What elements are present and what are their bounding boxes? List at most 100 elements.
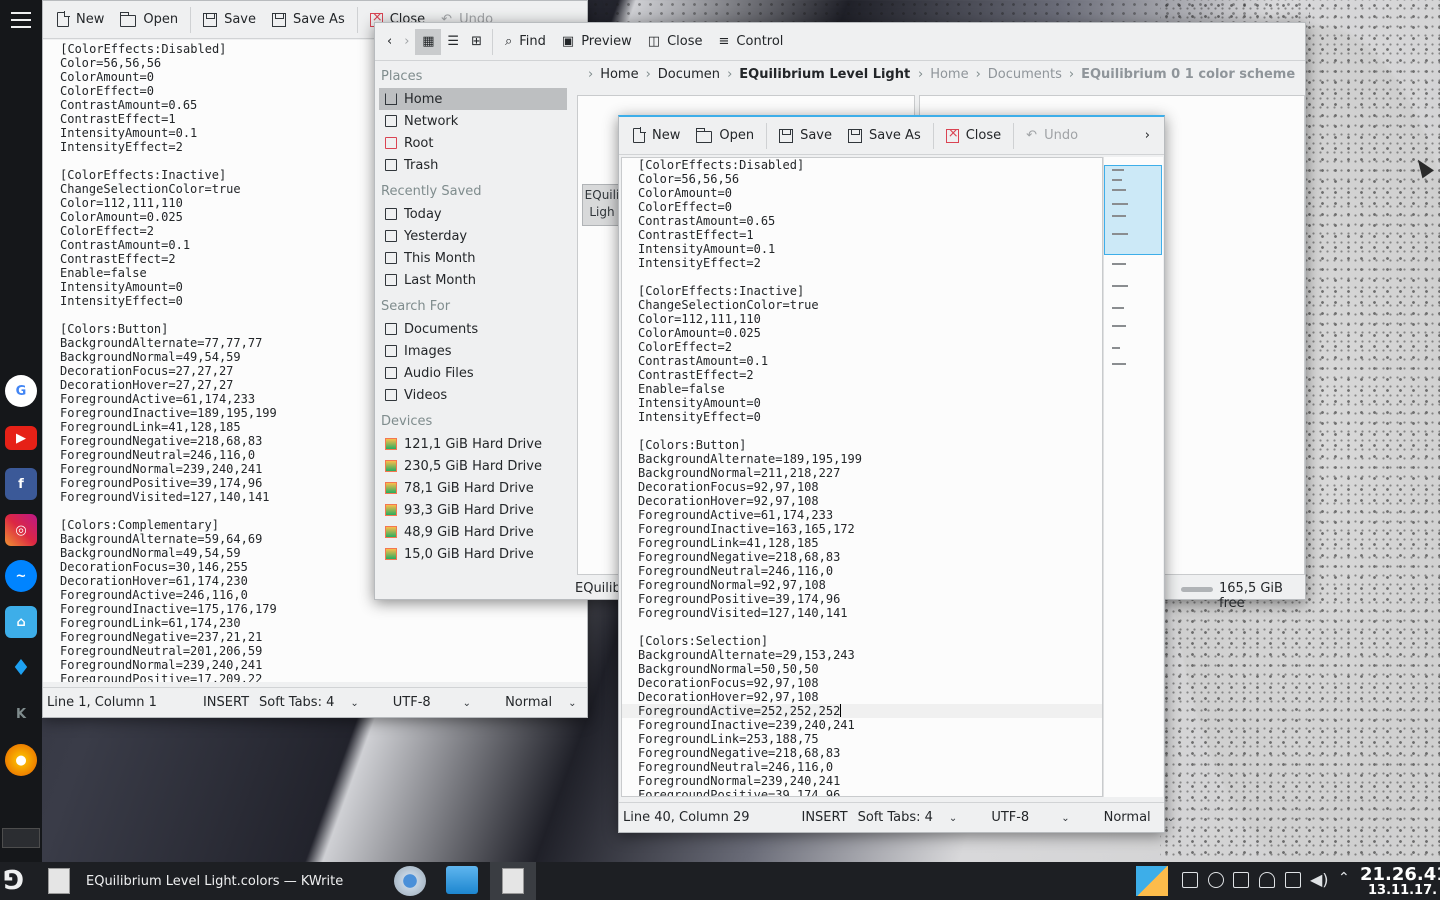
instagram-icon[interactable]: ◎ [5, 514, 37, 546]
save-as-label: Save As [869, 128, 921, 143]
search-videos[interactable]: Videos [375, 384, 571, 406]
back-button[interactable]: ‹ [381, 27, 398, 57]
crumb-home[interactable]: Home [930, 67, 968, 82]
task-chromium[interactable] [394, 866, 426, 896]
hamburger-menu-icon[interactable] [11, 12, 31, 28]
file-item[interactable]: EQuili Ligh [582, 184, 622, 226]
volume-icon[interactable]: ◀) [1310, 870, 1329, 889]
text-editor-front[interactable]: [ColorEffects:Disabled] Color=56,56,56 C… [621, 157, 1103, 797]
close-split-button[interactable]: ◫ Close [640, 27, 711, 57]
place-root[interactable]: Root [375, 132, 571, 154]
save-icon [779, 128, 794, 143]
preview-button[interactable]: ▣ Preview [554, 27, 640, 57]
encoding-setting[interactable]: UTF-8 ⌄ [991, 810, 1079, 825]
forward-button[interactable]: › [398, 27, 415, 57]
toolbar-overflow-button[interactable]: › [1137, 121, 1158, 151]
details-view-button[interactable]: ☰ [441, 27, 465, 57]
device-label: 78,1 GiB Hard Drive [404, 480, 534, 496]
save-button[interactable]: Save [771, 121, 840, 151]
crumb-docs[interactable]: Documents [988, 67, 1062, 82]
chevron-down-icon: ⌄ [1061, 813, 1070, 824]
messenger-icon[interactable]: ~ [5, 560, 37, 592]
icons-view-button[interactable]: ▦ [415, 28, 442, 55]
user-tray-icon[interactable] [1259, 872, 1275, 888]
minimap-scrollbar[interactable] [1103, 157, 1163, 797]
device-drive[interactable]: 78,1 GiB Hard Drive [375, 477, 571, 499]
mode-setting[interactable]: Normal ⌄ [1104, 810, 1185, 825]
tabs-setting[interactable]: Soft Tabs: 4 ⌄ [858, 810, 968, 825]
kwrite-front-toolbar: New Open Save Save As Close ↶ Undo › [619, 117, 1164, 155]
cursor-position[interactable]: Line 40, Column 29 [623, 810, 750, 825]
tabs-setting[interactable]: Soft Tabs: 4 ⌄ [259, 695, 369, 710]
encoding-setting[interactable]: UTF-8 ⌄ [393, 695, 481, 710]
crumb-current[interactable]: EQuilibrium Level Light [739, 67, 910, 82]
recent-last-month[interactable]: Last Month [375, 269, 571, 291]
device-drive[interactable]: 230,5 GiB Hard Drive [375, 455, 571, 477]
app-launcher-icon[interactable]: ⅁ [4, 866, 36, 896]
wallpaper-switcher-icon[interactable] [1136, 866, 1168, 896]
clock-date[interactable]: 13.11.17. [1368, 883, 1437, 898]
input-mode[interactable]: INSERT [802, 810, 848, 825]
save-as-button[interactable]: Save As [264, 5, 353, 35]
open-folder-icon [696, 128, 713, 143]
close-button[interactable]: Close [938, 121, 1009, 151]
tree-view-button[interactable]: ⊞ [465, 27, 488, 57]
task-kwrite[interactable]: EQuilibrium Level Light.colors — KWrite [44, 864, 384, 898]
screenshot-tray-icon[interactable] [1182, 872, 1198, 888]
task-kwrite-active[interactable] [490, 862, 536, 900]
clock-time[interactable]: 21.26.41 [1360, 864, 1440, 885]
tabs-label: Soft Tabs: 4 [857, 810, 933, 825]
google-icon[interactable]: G [5, 375, 37, 407]
home-folder-icon[interactable]: ⌂ [5, 606, 37, 638]
recent-this-month[interactable]: This Month [375, 247, 571, 269]
twitter-icon[interactable]: ♦ [5, 652, 37, 684]
place-label: Trash [404, 157, 439, 173]
recent-yesterday[interactable]: Yesterday [375, 225, 571, 247]
place-trash[interactable]: Trash [375, 154, 571, 176]
new-button[interactable]: New [625, 121, 688, 151]
device-drive[interactable]: 93,3 GiB Hard Drive [375, 499, 571, 521]
kde-icon[interactable]: K [5, 698, 37, 730]
search-audio[interactable]: Audio Files [375, 362, 571, 384]
close-doc-icon [945, 126, 959, 143]
youtube-icon[interactable]: ▶ [5, 426, 37, 450]
device-drive[interactable]: 48,9 GiB Hard Drive [375, 521, 571, 543]
control-menu-button[interactable]: ≡ Control [711, 27, 792, 57]
open-button[interactable]: Open [688, 121, 762, 151]
pager-icon[interactable] [2, 828, 40, 848]
open-label: Open [719, 128, 755, 143]
save-as-button[interactable]: Save As [840, 121, 929, 151]
task-dolphin[interactable] [446, 866, 478, 894]
chevron-down-icon: ⌄ [462, 698, 472, 709]
crumb-docs[interactable]: Documen [658, 67, 720, 82]
breadcrumb-left: › Home › Documen › EQuilibrium Level Light [581, 67, 910, 82]
facebook-icon[interactable]: f [5, 468, 37, 500]
open-folder-icon [120, 12, 137, 27]
find-button[interactable]: ⌕ Find [497, 27, 554, 57]
crumb-home[interactable]: Home [600, 67, 638, 82]
tray-expand-icon[interactable]: ⌃ [1338, 870, 1350, 886]
recent-today[interactable]: Today [375, 203, 571, 225]
device-drive[interactable]: 15,0 GiB Hard Drive [375, 543, 571, 565]
input-mode[interactable]: INSERT [203, 695, 249, 710]
search-images[interactable]: Images [375, 340, 571, 362]
kwrite-window-front: New Open Save Save As Close ↶ Undo › [Col… [618, 115, 1175, 833]
places-panel: Places Home Network Root Trash Recently … [375, 61, 571, 599]
firefox-icon[interactable]: ● [5, 744, 37, 776]
new-button[interactable]: New [49, 5, 112, 35]
search-documents[interactable]: Documents [375, 318, 571, 340]
display-tray-icon[interactable] [1233, 872, 1249, 888]
mode-setting[interactable]: Normal ⌄ [505, 695, 586, 710]
place-network[interactable]: Network [375, 110, 571, 132]
device-drive[interactable]: 121,1 GiB Hard Drive [375, 433, 571, 455]
cursor-position[interactable]: Line 1, Column 1 [47, 695, 157, 710]
updates-tray-icon[interactable] [1208, 872, 1224, 888]
clipboard-tray-icon[interactable] [1285, 872, 1301, 888]
undo-button[interactable]: ↶ Undo [1018, 121, 1086, 151]
save-button[interactable]: Save [195, 5, 264, 35]
minimap-line [1112, 215, 1126, 217]
tabs-label: Soft Tabs: 4 [259, 695, 335, 710]
place-home[interactable]: Home [379, 88, 567, 110]
crumb-current[interactable]: EQuilibrium 0 1 color scheme [1081, 67, 1295, 82]
open-button[interactable]: Open [112, 5, 186, 35]
